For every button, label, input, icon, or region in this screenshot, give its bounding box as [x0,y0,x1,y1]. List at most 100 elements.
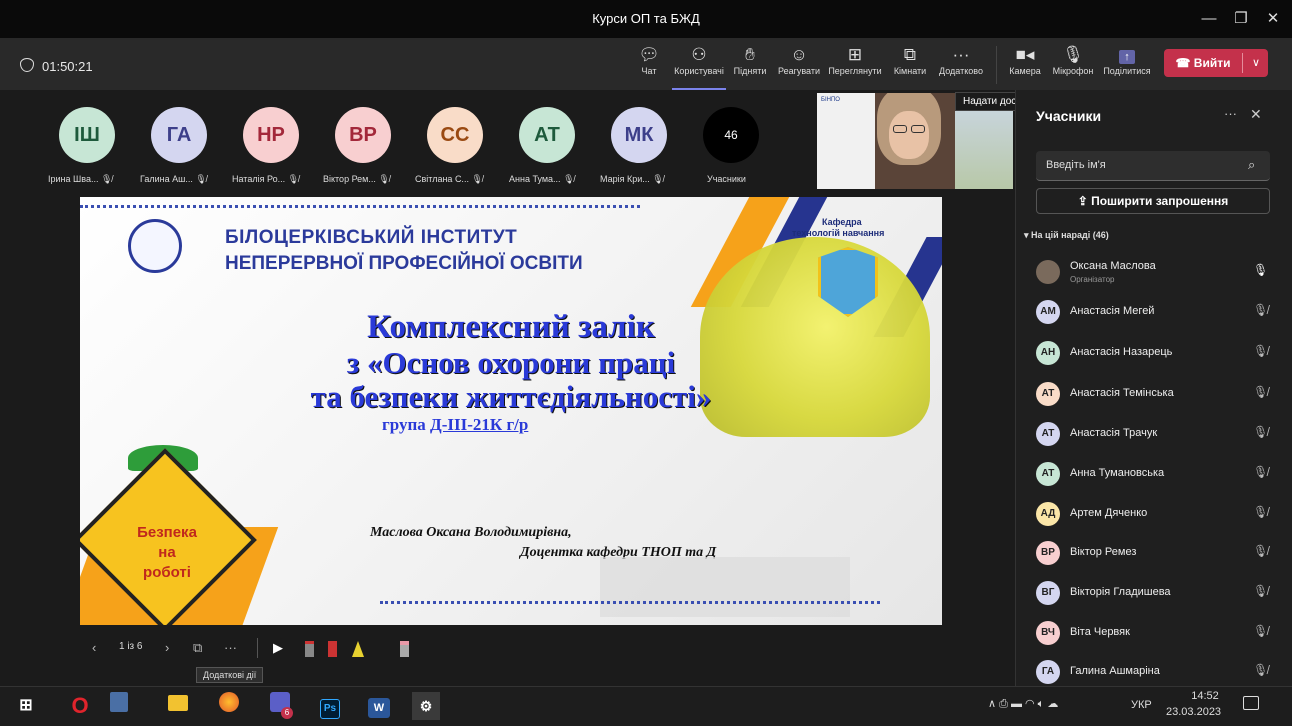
mic-off-icon: 🎙︎̸ [1253,344,1269,358]
start-icon[interactable]: ⊞ [12,692,40,720]
people-button[interactable]: ⚇ Користувачі [672,44,726,90]
divider [257,638,258,658]
mic-off-icon: 🎙︎̸ [1253,465,1269,479]
chat-button[interactable]: 💬︎ Чат [633,44,665,76]
caret-down-icon: ▾ [1024,230,1032,240]
participant-row-organizer[interactable]: Оксана Маслова Організатор 🎙︎ [1022,252,1282,292]
dotted-line-bottom [380,601,880,604]
eraser-tool-icon[interactable] [400,641,409,657]
calculator-icon[interactable] [105,692,133,720]
notifications-icon[interactable] [1243,696,1259,710]
close-window-button[interactable]: ✕ [1259,8,1287,30]
leave-main[interactable]: ☎︎ Вийти [1164,49,1242,77]
view-button[interactable]: ⊞ Переглянути [826,44,884,76]
avatar-name: Анна Тума... 🎙︎̸ [509,174,575,184]
mic-off-icon: 🎙︎̸ [1253,425,1269,439]
participant-row[interactable]: ВГ Вікторія Гладишева 🎙︎̸ [1022,573,1282,613]
avatar[interactable]: МК [611,107,667,163]
window-title: Курси ОП та БЖД [592,11,700,26]
photoshop-icon[interactable]: Ps [316,692,344,720]
avatar[interactable]: ІШ [59,107,115,163]
prev-slide-button[interactable]: ‹ [92,640,96,655]
mic-off-icon: 🎙︎̸ [471,174,483,184]
smile-icon: ☺ [790,45,808,64]
clock-time[interactable]: 14:52 [1180,690,1230,702]
background-slide [817,93,875,189]
clock-date[interactable]: 23.03.2023 [1166,706,1221,718]
close-icon[interactable]: ✕ [1250,106,1262,123]
participant-row[interactable]: АД Артем Дяченко 🎙︎̸ [1022,494,1282,534]
settings-icon[interactable]: ⚙ [412,692,440,720]
tray-icons[interactable]: ∧ ⎙ ▬ ◠ 🔈︎ ☁ [988,697,1058,711]
camera-icon: ■◂ [1015,45,1035,64]
participant-row[interactable]: ВЧ Віта Червяк 🎙︎̸ [1022,613,1282,653]
mic-off-icon: 🎙︎̸ [1253,584,1269,598]
participant-row[interactable]: ВР Віктор Ремез 🎙︎̸ [1022,533,1282,573]
mic-off-icon: 🎙︎̸ [652,174,664,184]
participant-row[interactable]: АТ Анастасія Темінська 🎙︎̸ [1022,374,1282,414]
tile-badge: БІНПО [821,97,840,103]
more-actions-button[interactable]: ··· [224,640,237,655]
rooms-icon: ⧉ [903,45,917,64]
group-label: група Д-ІІІ-21К г/р [382,415,529,434]
chat-icon: 💬︎ [638,45,660,64]
slide-heading-3: та безпеки життєдіяльності» [310,379,712,414]
avatar-name: Марія Кри... 🎙︎̸ [600,174,664,184]
people-icon: ⚇ [691,45,707,64]
maximize-button[interactable]: ❐ [1227,8,1255,30]
shared-slide: БІЛОЦЕРКІВСЬКИЙ ІНСТИТУТ НЕПЕРЕРВНОЇ ПРО… [80,197,942,625]
mic-off-icon: 🎙︎̸ [195,174,207,184]
participant-count-avatar[interactable]: 46 [703,107,759,163]
participant-row[interactable]: АТ Анна Тумановська 🎙︎̸ [1022,454,1282,494]
panel-more-icon[interactable]: ··· [1224,106,1237,121]
mic-off-icon: 🎙︎̸ [563,174,575,184]
file-explorer-icon[interactable] [164,692,192,720]
leave-button[interactable]: ☎︎ Вийти ∨ [1164,49,1268,77]
avatar[interactable]: СС [427,107,483,163]
avatar[interactable]: ВР [335,107,391,163]
participant-row[interactable]: АТ Анастасія Трачук 🎙︎̸ [1022,414,1282,454]
share-invite-button[interactable]: ⇪ Поширити запрошення [1036,188,1270,214]
firefox-icon[interactable] [215,692,243,720]
participant-row[interactable]: АН Анастасія Назарець 🎙︎̸ [1022,333,1282,373]
participant-row[interactable]: ГА Галина Ашмаріна 🎙︎̸ [1022,652,1282,686]
grid-icon: ⊞ [847,45,863,64]
more-button[interactable]: ··· Додатково [936,44,986,76]
mic-off-icon: 🎙︎̸ [1253,624,1269,638]
phone-icon: ☎︎ [1175,56,1194,70]
meeting-timer: 01:50:21 [42,59,93,74]
participant-row[interactable]: АМ Анастасія Мегей 🎙︎̸ [1022,292,1282,332]
word-icon[interactable]: W [365,692,393,720]
dept-label-1: Кафедра [822,217,862,227]
next-slide-button[interactable]: › [165,640,169,655]
react-button[interactable]: ☺ Реагувати [776,44,822,76]
avatar[interactable]: НР [243,107,299,163]
raise-hand-button[interactable]: ✋︎ Підняти [730,44,770,76]
section-header[interactable]: ▾ На цій нараді (46) [1024,230,1109,241]
participant-count-label: Учасники [707,174,746,184]
minimize-button[interactable]: — [1195,8,1223,30]
slide-grid-icon[interactable]: ⧉ [193,640,202,656]
rooms-button[interactable]: ⧉ Кімнати [888,44,932,76]
sign-text-1: Безпека [137,524,197,541]
notification-badge: 6 [281,707,293,719]
dept-label-2: технологій навчання [792,228,885,238]
hand-icon: ✋︎ [745,45,755,64]
marker-tool-icon[interactable] [328,641,337,657]
participant-search-input[interactable]: Введіть ім'я ⌕ [1036,151,1270,181]
leave-divider [1242,53,1243,73]
opera-icon[interactable]: O [66,692,94,720]
language-indicator[interactable]: УКР [1131,699,1152,711]
mic-off-icon: 🎙︎̸ [1253,303,1269,317]
more-actions-tooltip: Додаткові дії [196,667,264,683]
avatar[interactable]: АТ [519,107,575,163]
camera-button[interactable]: ■◂ Камера [1005,44,1045,76]
pointer-tool-icon[interactable]: ▶ [273,640,283,656]
share-button[interactable]: ↑ Поділитися [1100,44,1154,76]
chevron-down-icon[interactable]: ∨ [1244,49,1268,77]
pen-tool-icon[interactable] [305,641,314,657]
mic-button[interactable]: 🎙︎ Мікрофон [1048,44,1098,76]
avatar-name: Галина Аш... 🎙︎̸ [140,174,207,184]
mic-off-icon: 🎙︎̸ [100,174,113,184]
avatar[interactable]: ГА [151,107,207,163]
